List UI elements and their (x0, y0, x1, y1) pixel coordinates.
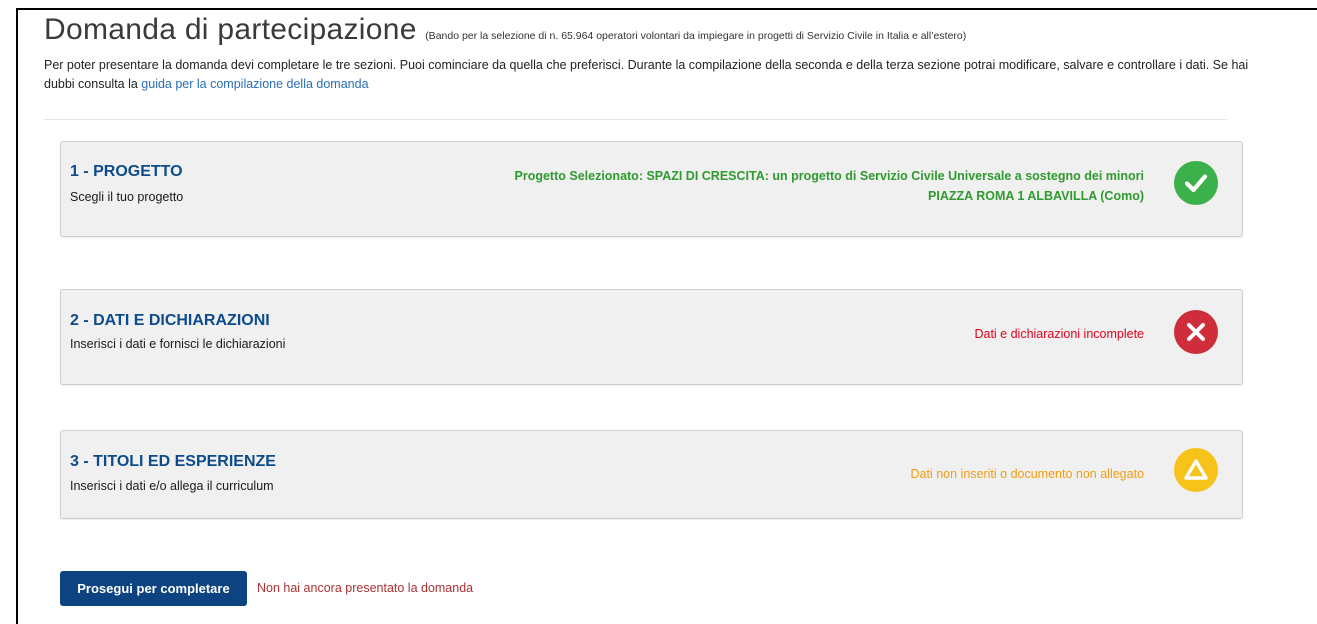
section-status: Dati non inseriti o documento non allega… (911, 464, 1144, 484)
section-subtitle: Scegli il tuo progetto (70, 190, 184, 204)
title-line: Domanda di partecipazione (Bando per la … (44, 10, 1284, 50)
section-subtitle: Inserisci i dati e fornisci le dichiaraz… (70, 337, 286, 351)
divider (44, 119, 1227, 120)
page-subtitle: (Bando per la selezione di n. 65.964 ope… (425, 30, 967, 42)
guide-link[interactable]: guida per la compilazione della domanda (141, 77, 368, 91)
section-title: 3 - TITOLI ED ESPERIENZE (70, 453, 276, 470)
x-circle-icon (1174, 310, 1218, 354)
page-title: Domanda di partecipazione (44, 13, 417, 46)
section-status: Dati e dichiarazioni incomplete (974, 324, 1144, 344)
section-status: Progetto Selezionato: SPAZI DI CRESCITA:… (515, 166, 1145, 206)
warning-triangle-icon (1174, 448, 1218, 492)
section-title: 1 - PROGETTO (70, 163, 183, 180)
section-subtitle: Inserisci i dati e/o allega il curriculu… (70, 479, 274, 493)
page-header: Domanda di partecipazione (Bando per la … (44, 10, 1284, 94)
status-line: PIAZZA ROMA 1 ALBAVILLA (Como) (928, 189, 1144, 203)
section-progetto[interactable]: 1 - PROGETTO Scegli il tuo progetto Prog… (60, 141, 1243, 237)
continue-button[interactable]: Prosegui per completare (60, 571, 247, 606)
status-line: Progetto Selezionato: SPAZI DI CRESCITA:… (514, 169, 1145, 183)
check-circle-icon (1174, 161, 1218, 205)
section-titoli-esperienze[interactable]: 3 - TITOLI ED ESPERIENZE Inserisci i dat… (60, 430, 1243, 519)
status-line: Dati e dichiarazioni incomplete (974, 327, 1144, 341)
section-dati-dichiarazioni[interactable]: 2 - DATI E DICHIARAZIONI Inserisci i dat… (60, 289, 1243, 385)
submission-status-text: Non hai ancora presentato la domanda (257, 581, 474, 595)
section-title: 2 - DATI E DICHIARAZIONI (70, 312, 270, 329)
status-line: Dati non inseriti o documento non allega… (910, 467, 1144, 481)
intro-paragraph: Per poter presentare la domanda devi com… (44, 56, 1264, 94)
